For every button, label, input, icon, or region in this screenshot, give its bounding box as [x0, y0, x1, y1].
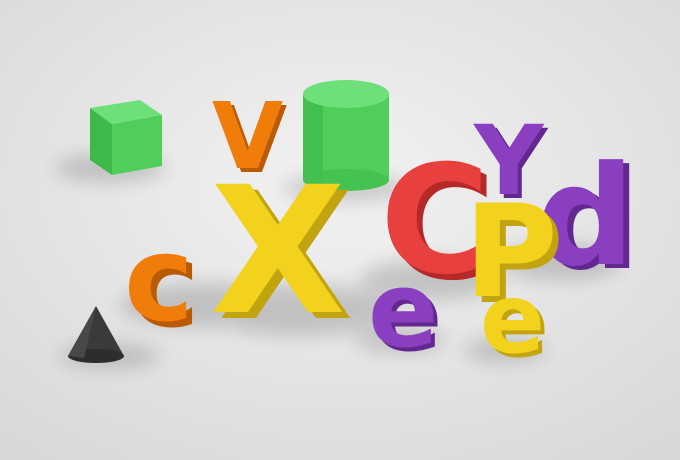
- svg-text:e: e: [480, 263, 545, 375]
- letter-e-purple: e e: [368, 249, 443, 375]
- svg-text:c: c: [124, 210, 194, 348]
- letter-e-yellow: e e: [480, 263, 549, 379]
- letter-x: X X: [210, 149, 354, 360]
- green-cube: [90, 100, 162, 175]
- 3d-letter-scene: V V Y Y d d C C P P X X c c e e e e: [0, 0, 680, 460]
- svg-text:X: X: [210, 149, 346, 354]
- letter-c-orange: c c: [124, 210, 200, 354]
- svg-text:e: e: [368, 249, 439, 371]
